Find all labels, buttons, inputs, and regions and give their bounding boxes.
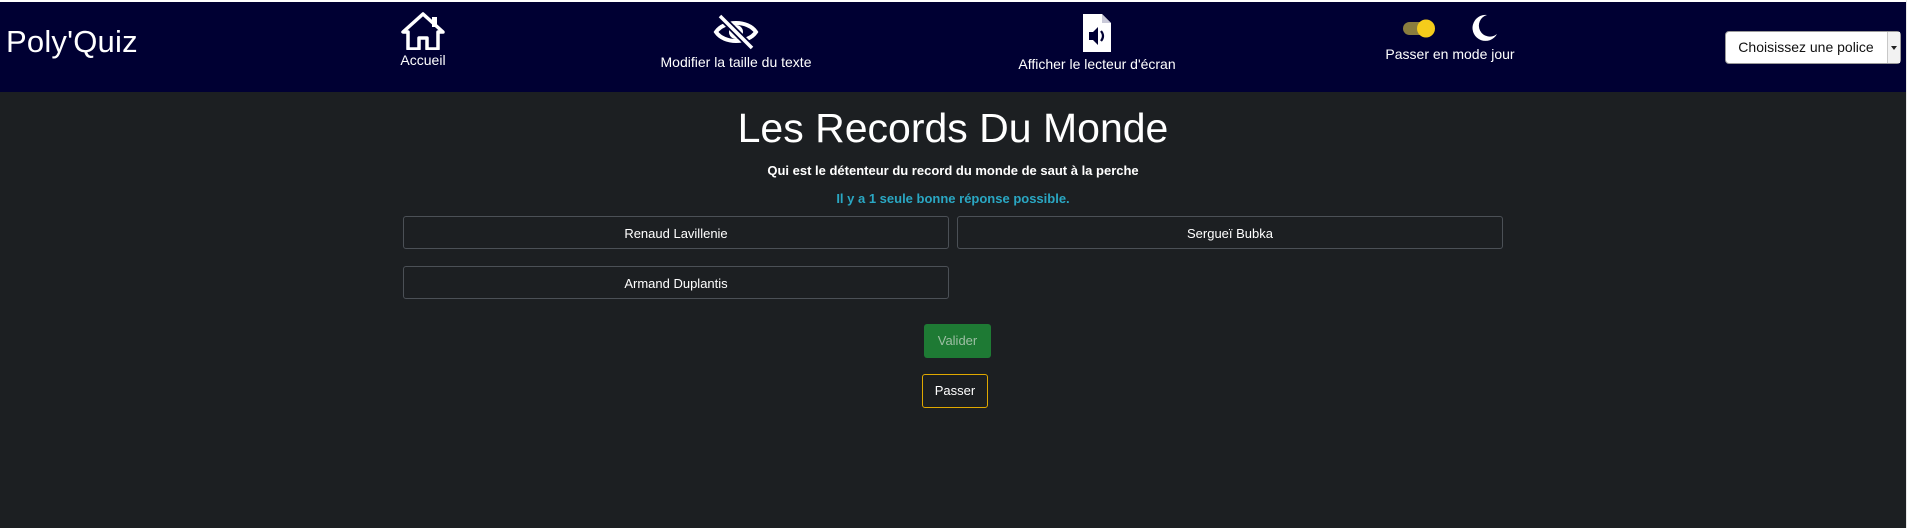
question-text: Qui est le détenteur du record du monde … — [767, 163, 1139, 178]
font-select-value: Choisissez une police — [1738, 39, 1874, 55]
nav-text-size[interactable]: Modifier la taille du texte — [651, 12, 821, 70]
chevron-down-icon[interactable] — [1887, 32, 1900, 63]
app-window: Poly'Quiz Accueil Modifier la taille du … — [0, 0, 1906, 528]
nav-mode-toggle[interactable]: Passer en mode jour — [1370, 12, 1530, 62]
nav-screen-reader-label: Afficher le lecteur d'écran — [1018, 56, 1176, 72]
skip-button[interactable]: Passer — [922, 374, 988, 408]
answer-hint: Il y a 1 seule bonne réponse possible. — [836, 191, 1070, 206]
audio-file-icon — [1081, 12, 1113, 54]
nav-home[interactable]: Accueil — [383, 12, 463, 68]
eye-slash-icon — [712, 12, 760, 52]
answer-option[interactable]: Renaud Lavillenie — [403, 216, 949, 249]
validate-button[interactable]: Valider — [924, 324, 991, 358]
brand-logo[interactable]: Poly'Quiz — [6, 24, 138, 60]
mode-icons — [1401, 12, 1499, 44]
nav-screen-reader[interactable]: Afficher le lecteur d'écran — [1012, 12, 1182, 72]
navbar: Poly'Quiz Accueil Modifier la taille du … — [0, 0, 1906, 92]
toggle-icon[interactable] — [1401, 12, 1467, 44]
scrollbar[interactable] — [1906, 0, 1913, 528]
quiz-title: Les Records Du Monde — [737, 105, 1169, 151]
nav-mode-label: Passer en mode jour — [1385, 46, 1515, 62]
moon-icon — [1472, 14, 1497, 41]
font-select[interactable]: Choisissez une police — [1725, 31, 1901, 64]
home-icon — [401, 12, 445, 50]
nav-text-size-label: Modifier la taille du texte — [660, 54, 812, 70]
answer-option[interactable]: Sergueï Bubka — [957, 216, 1503, 249]
answer-option[interactable]: Armand Duplantis — [403, 266, 949, 299]
nav-home-label: Accueil — [400, 52, 446, 68]
